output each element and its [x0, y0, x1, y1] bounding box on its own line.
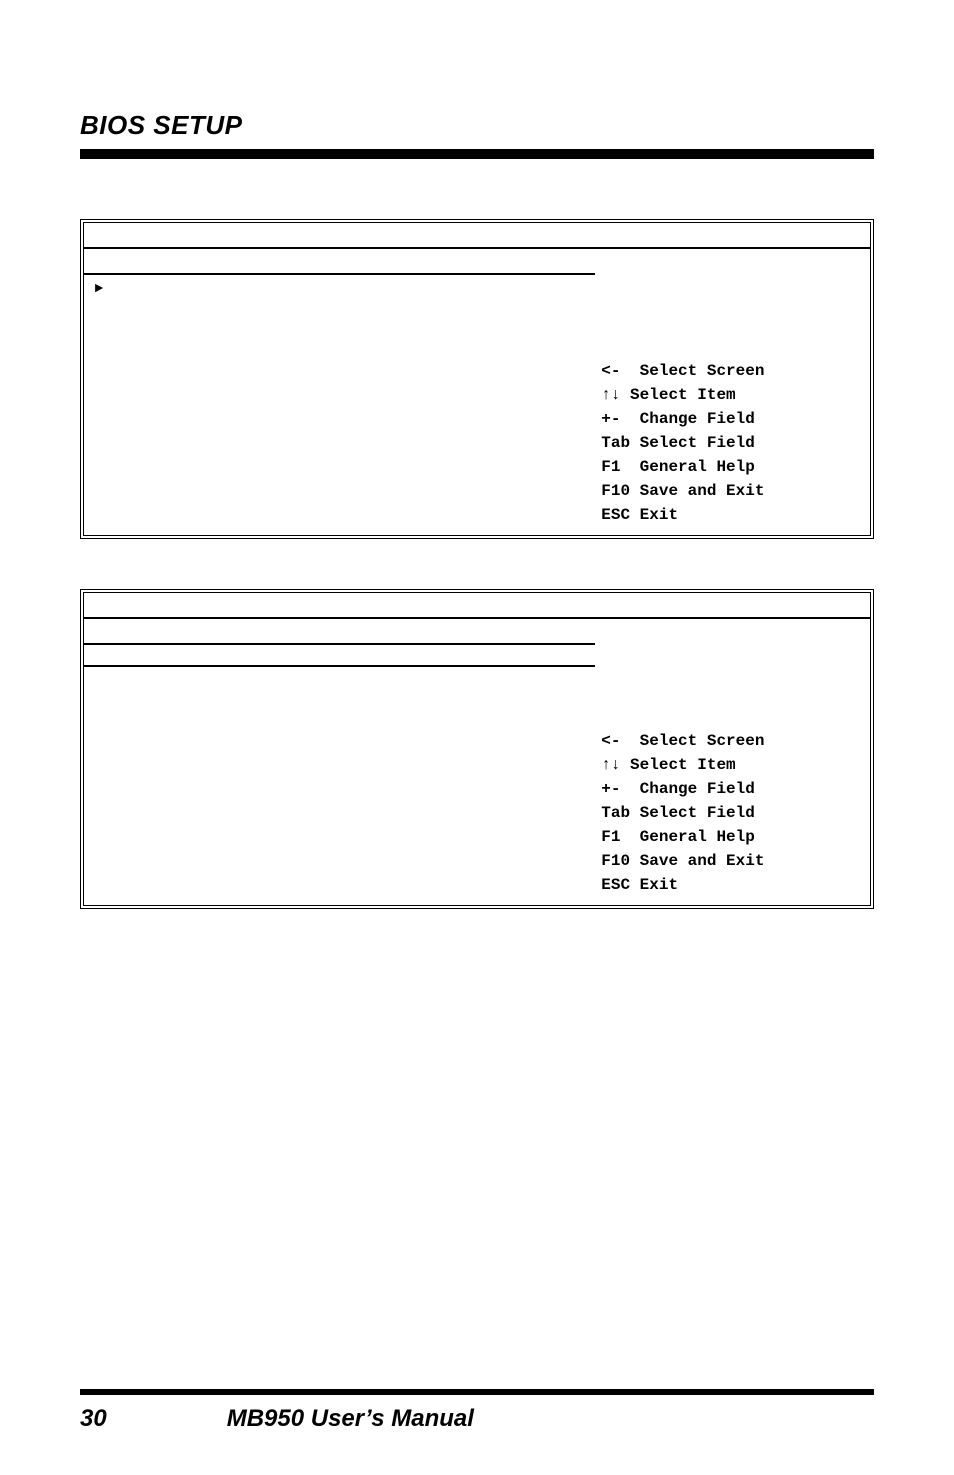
header-rule — [80, 149, 874, 159]
help-tab-select: Tab Select Field — [601, 801, 864, 825]
help-change-field: +- Change Field — [601, 407, 864, 431]
bios-box-2: <- Select Screen ↑↓ Select Item +- Chang… — [80, 589, 874, 909]
help-select-item: ↑↓ Select Item — [601, 753, 864, 777]
help-select-screen: <- Select Screen — [601, 729, 864, 753]
submenu-marker-icon: ► — [90, 281, 108, 297]
bios-box-1: ► <- Select Screen ↑↓ Select Item +- Cha… — [80, 219, 874, 539]
bios-subhead-row — [84, 249, 870, 275]
bios-help-right: <- Select Screen ↑↓ Select Item +- Chang… — [595, 645, 870, 905]
bios-content-left: ► — [84, 275, 595, 535]
bios-title-row — [84, 223, 870, 249]
help-select-item: ↑↓ Select Item — [601, 383, 864, 407]
manual-title: MB950 User’s Manual — [227, 1405, 474, 1433]
help-change-field: +- Change Field — [601, 777, 864, 801]
help-tab-select: Tab Select Field — [601, 431, 864, 455]
help-general-help: F1 General Help — [601, 825, 864, 849]
help-esc-exit: ESC Exit — [601, 503, 864, 527]
help-esc-exit: ESC Exit — [601, 873, 864, 897]
page-header: BIOS SETUP — [80, 110, 874, 141]
bios-subhead-row — [84, 619, 870, 645]
page-number: 30 — [80, 1405, 107, 1433]
help-save-exit: F10 Save and Exit — [601, 849, 864, 873]
bios-help-right: <- Select Screen ↑↓ Select Item +- Chang… — [595, 275, 870, 535]
page-footer: 30 MB950 User’s Manual — [80, 1395, 874, 1433]
bios-content-left — [84, 645, 595, 905]
help-select-screen: <- Select Screen — [601, 359, 864, 383]
bios-title-row — [84, 593, 870, 619]
help-save-exit: F10 Save and Exit — [601, 479, 864, 503]
help-general-help: F1 General Help — [601, 455, 864, 479]
